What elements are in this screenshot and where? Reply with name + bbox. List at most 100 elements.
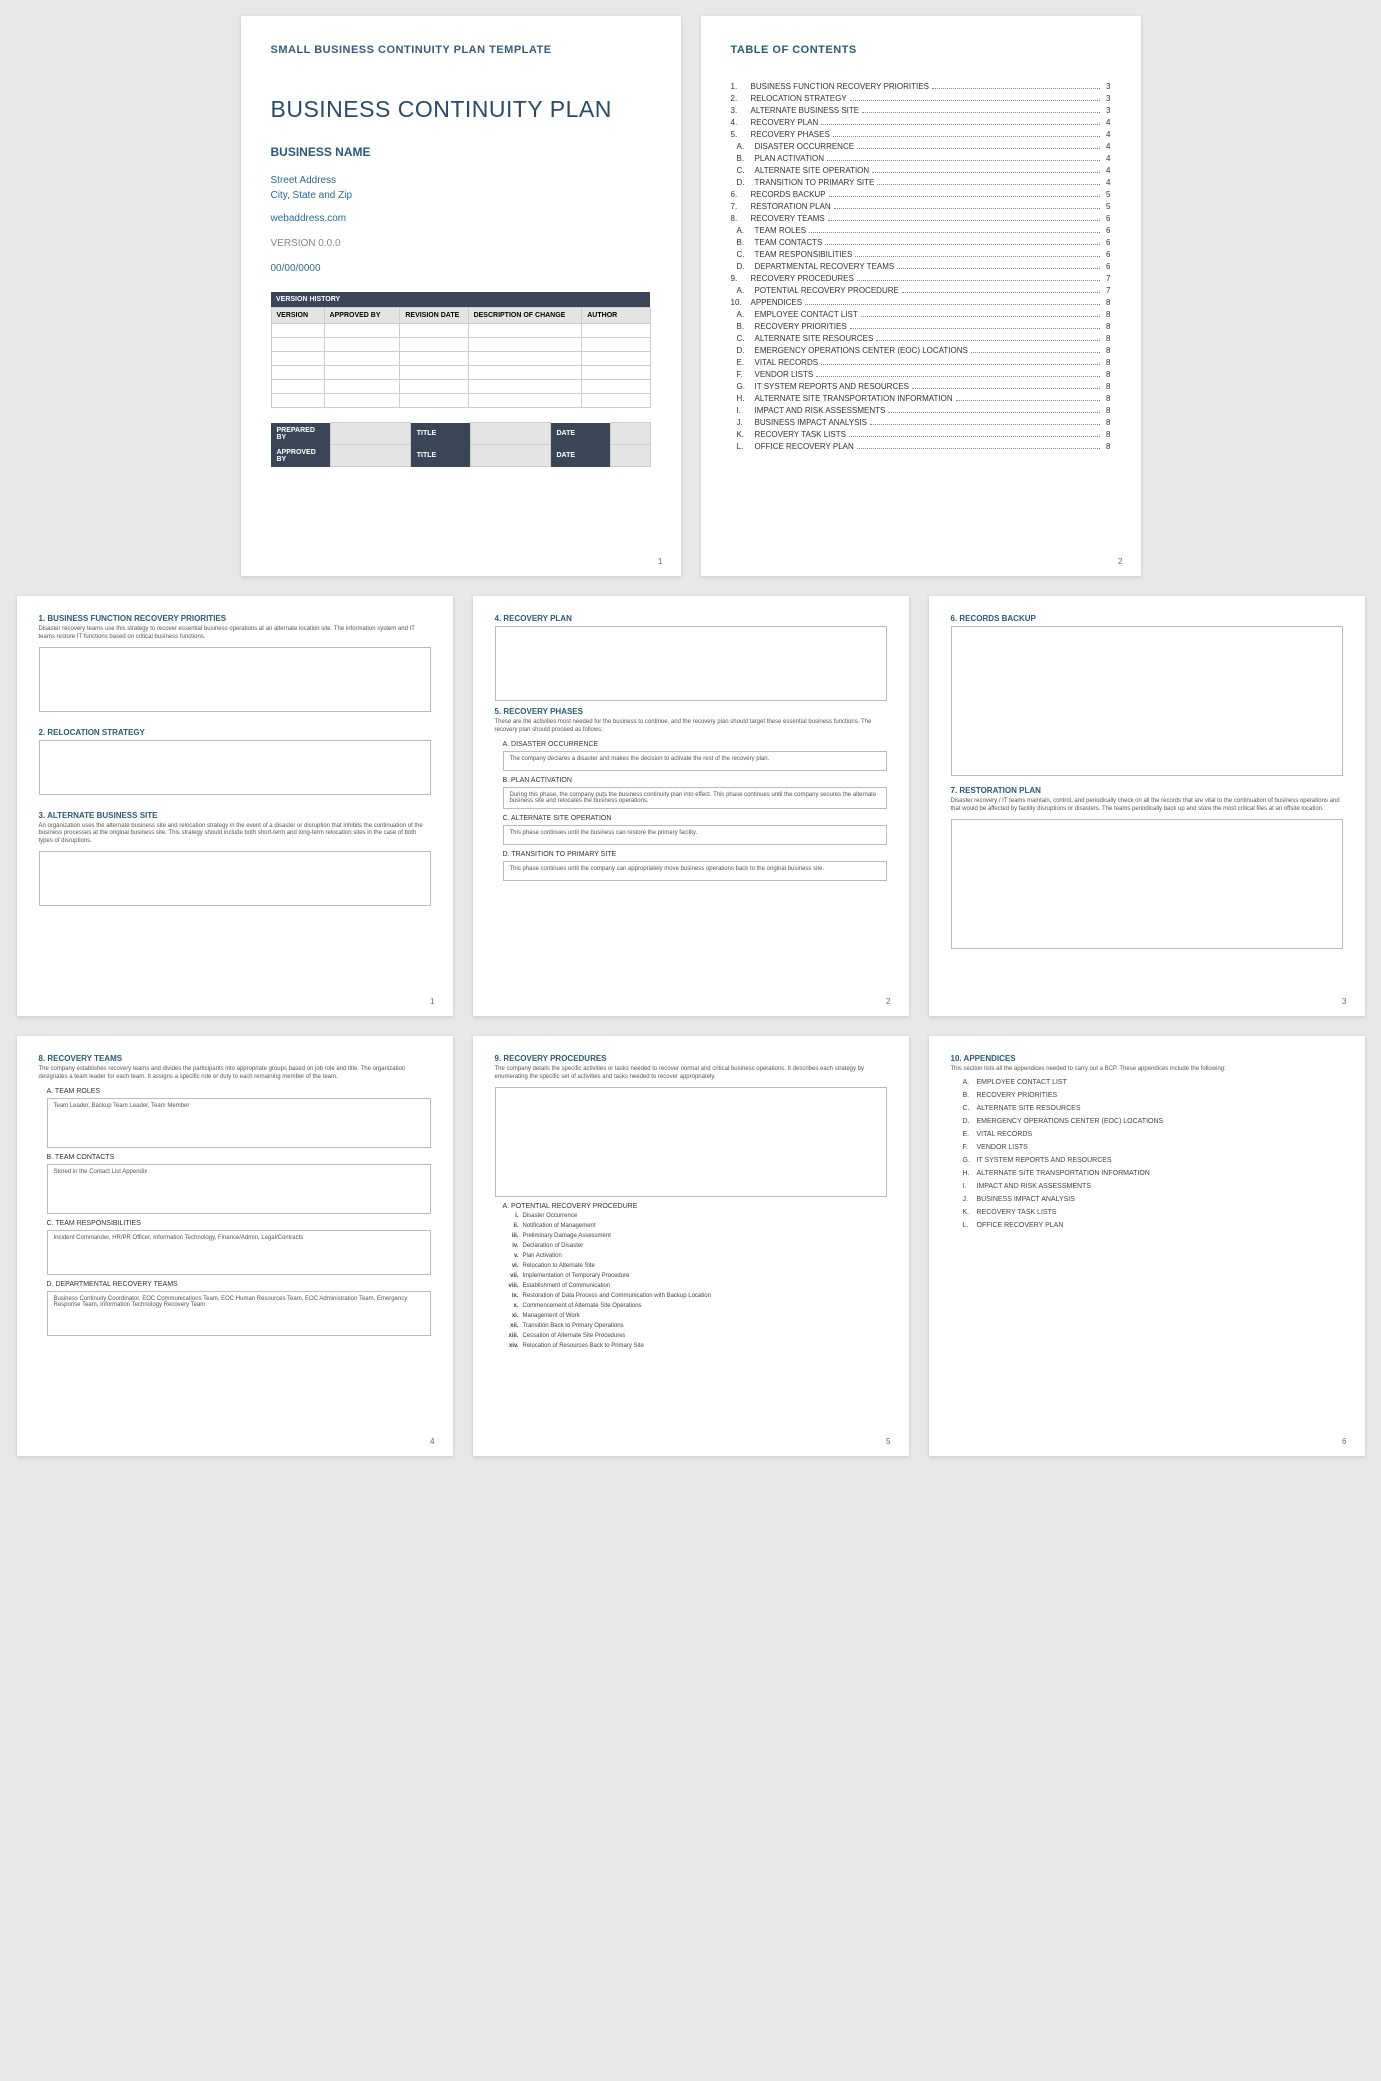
- toc-item: I.IMPACT AND RISK ASSESSMENTS8: [731, 406, 1111, 415]
- toc-page: 7: [1103, 274, 1111, 283]
- appendix-letter: F.: [963, 1144, 977, 1151]
- toc-label: POTENTIAL RECOVERY PROCEDURE: [755, 286, 899, 295]
- toc-page: 8: [1103, 406, 1111, 415]
- step-number: v.: [503, 1253, 519, 1259]
- appendix-letter: D.: [963, 1118, 977, 1125]
- appendix-text: BUSINESS IMPACT ANALYSIS: [977, 1196, 1075, 1203]
- section-9-heading: 9. RECOVERY PROCEDURES: [495, 1054, 887, 1063]
- page-7: 9. RECOVERY PROCEDURES The company detai…: [473, 1036, 909, 1456]
- step-number: x.: [503, 1303, 519, 1309]
- recovery-steps-list: i.Disaster Occurrenceii.Notification of …: [495, 1213, 887, 1349]
- toc-item: 5.RECOVERY PHASES 4: [731, 130, 1111, 139]
- toc-dots: [805, 304, 1099, 305]
- toc-item: F.VENDOR LISTS8: [731, 370, 1111, 379]
- toc-dots: [834, 208, 1100, 209]
- toc-number: E.: [737, 358, 755, 367]
- sub-d-heading: D. DEPARTMENTAL RECOVERY TEAMS: [47, 1281, 431, 1288]
- step-number: iv.: [503, 1243, 519, 1249]
- toc-page: 8: [1103, 394, 1111, 403]
- step-text: Declaration of Disaster: [523, 1243, 584, 1249]
- toc-item: A.TEAM ROLES6: [731, 226, 1111, 235]
- toc-label: EMPLOYEE CONTACT LIST: [755, 310, 858, 319]
- date-label: DATE: [550, 423, 610, 445]
- toc-label: TEAM RESPONSIBILITIES: [755, 250, 853, 259]
- appendix-item: L.OFFICE RECOVERY PLAN: [963, 1222, 1343, 1229]
- toc-item: E.VITAL RECORDS8: [731, 358, 1111, 367]
- toc-number: J.: [737, 418, 755, 427]
- toc-dots: [816, 376, 1099, 377]
- appendix-text: VITAL RECORDS: [977, 1131, 1033, 1138]
- toc-item: C.TEAM RESPONSIBILITIES6: [731, 250, 1111, 259]
- toc-page: 8: [1103, 298, 1111, 307]
- step-text: Implementation of Temporary Procedure: [523, 1273, 630, 1279]
- recovery-step: iii.Preliminary Damage Assessment: [523, 1233, 887, 1239]
- toc-dots: [825, 244, 1099, 245]
- toc-item: B.RECOVERY PRIORITIES8: [731, 322, 1111, 331]
- toc-item: 8.RECOVERY TEAMS6: [731, 214, 1111, 223]
- approved-by-field: [331, 445, 411, 467]
- page-6: 8. RECOVERY TEAMS The company establishe…: [17, 1036, 453, 1456]
- page-number: 1: [430, 997, 434, 1006]
- toc-dots: [877, 184, 1099, 185]
- appendix-text: ALTERNATE SITE RESOURCES: [977, 1105, 1081, 1112]
- toc-dots: [932, 88, 1100, 89]
- appendix-item: K.RECOVERY TASK LISTS: [963, 1209, 1343, 1216]
- toc-dots: [829, 196, 1100, 197]
- toc-label: ALTERNATE SITE TRANSPORTATION INFORMATIO…: [755, 394, 953, 403]
- toc-label: VITAL RECORDS: [755, 358, 819, 367]
- section-2-box: [39, 740, 431, 795]
- sub-d-box: Business Continuity Coordinator, EOC Com…: [47, 1291, 431, 1336]
- toc-dots: [897, 268, 1099, 269]
- toc-label: RECOVERY PROCEDURES: [751, 274, 854, 283]
- signature-table: PREPARED BY TITLE DATE APPROVED BY TITLE…: [271, 422, 651, 467]
- toc-dots: [850, 100, 1100, 101]
- page-number: 3: [1342, 997, 1346, 1006]
- sub-b-box: Stored in the Contact List Appendix: [47, 1164, 431, 1214]
- appendix-text: RECOVERY TASK LISTS: [977, 1209, 1057, 1216]
- vh-row: [271, 352, 650, 366]
- step-number: ii.: [503, 1223, 519, 1229]
- vh-col-approved: APPROVED BY: [324, 308, 400, 324]
- toc-number: 5.: [731, 130, 751, 139]
- page-2: TABLE OF CONTENTS 1.BUSINESS FUNCTION RE…: [701, 16, 1141, 576]
- toc-item: 10.APPENDICES8: [731, 298, 1111, 307]
- toc-number: G.: [737, 382, 755, 391]
- page-8: 10. APPENDICES This section lists all th…: [929, 1036, 1365, 1456]
- title-label: TITLE: [410, 423, 470, 445]
- toc-number: 3.: [731, 106, 751, 115]
- toc-number: 7.: [731, 202, 751, 211]
- toc-dots: [833, 136, 1100, 137]
- sub-c-heading: C. TEAM RESPONSIBILITIES: [47, 1220, 431, 1227]
- vh-row: [271, 380, 650, 394]
- toc-dots: [857, 148, 1099, 149]
- toc-item: 6.RECORDS BACKUP5: [731, 190, 1111, 199]
- page-4: 4. RECOVERY PLAN 5. RECOVERY PHASES Thes…: [473, 596, 909, 1016]
- toc-page: 8: [1103, 334, 1111, 343]
- recovery-step: x.Commencement of Alternate Site Operati…: [523, 1303, 887, 1309]
- page-5: 6. RECORDS BACKUP 7. RESTORATION PLAN Di…: [929, 596, 1365, 1016]
- toc-number: 9.: [731, 274, 751, 283]
- recovery-step: xi.Management of Work: [523, 1313, 887, 1319]
- toc-page: 3: [1103, 106, 1111, 115]
- toc-page: 6: [1103, 262, 1111, 271]
- toc-number: 1.: [731, 82, 751, 91]
- toc-label: IT SYSTEM REPORTS AND RESOURCES: [755, 382, 909, 391]
- toc-label: RECOVERY PHASES: [751, 130, 830, 139]
- section-6-box: [951, 626, 1343, 776]
- appendix-text: IT SYSTEM REPORTS AND RESOURCES: [977, 1157, 1112, 1164]
- toc-item: 4.RECOVERY PLAN4: [731, 118, 1111, 127]
- sub-c-box: This phase continues until the business …: [503, 825, 887, 845]
- recovery-step: xiii.Cessation of Alternate Site Procedu…: [523, 1333, 887, 1339]
- toc-dots: [850, 328, 1100, 329]
- step-number: xiii.: [503, 1333, 519, 1339]
- page-number: 1: [658, 557, 662, 566]
- sub-c-heading: C. ALTERNATE SITE OPERATION: [503, 815, 887, 822]
- step-text: Restoration of Data Process and Communic…: [523, 1293, 711, 1299]
- toc-page: 8: [1103, 310, 1111, 319]
- toc-item: A.EMPLOYEE CONTACT LIST8: [731, 310, 1111, 319]
- appendix-letter: A.: [963, 1079, 977, 1086]
- toc-label: RELOCATION STRATEGY: [751, 94, 847, 103]
- appendix-item: J.BUSINESS IMPACT ANALYSIS: [963, 1196, 1343, 1203]
- recovery-step: ix.Restoration of Data Process and Commu…: [523, 1293, 887, 1299]
- toc-page: 4: [1103, 130, 1111, 139]
